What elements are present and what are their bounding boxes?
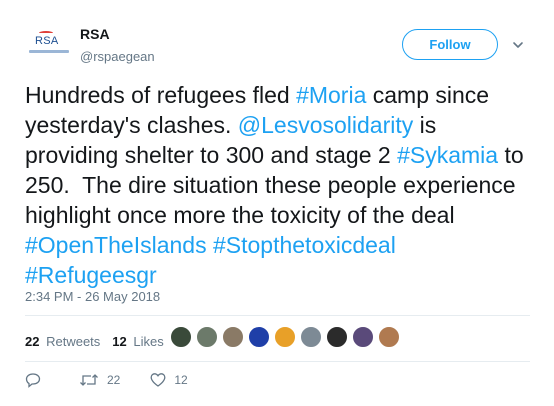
like-action[interactable]: 12 — [150, 372, 188, 388]
reply-icon — [25, 373, 41, 388]
engagement-stats: 22 Retweets 12 Likes — [25, 323, 176, 359]
tweet-link[interactable]: #Sykamia — [397, 142, 498, 168]
avatar[interactable]: RSA — [25, 20, 73, 68]
account-handle[interactable]: @rspaegean — [80, 48, 155, 66]
liker-avatar[interactable] — [378, 326, 400, 348]
account-names: RSA @rspaegean — [80, 25, 155, 66]
retweet-icon — [80, 374, 98, 386]
avatar-logo-text: RSA — [35, 35, 59, 47]
liker-avatar[interactable] — [326, 326, 348, 348]
retweet-action[interactable]: 22 — [79, 372, 120, 388]
liker-avatars — [170, 326, 404, 348]
tweet-text: Hundreds of refugees fled #Moria camp si… — [25, 80, 530, 290]
divider — [25, 315, 530, 316]
tweet-link[interactable]: @Lesvosolidarity — [238, 112, 413, 138]
tweet-text-segment: Hundreds of refugees fled — [25, 82, 297, 108]
tweet-link[interactable]: #Moria — [296, 82, 366, 108]
likes-label: Likes — [133, 333, 164, 349]
follow-button[interactable]: Follow — [402, 29, 498, 60]
display-name[interactable]: RSA — [80, 25, 155, 43]
liker-avatar[interactable] — [352, 326, 374, 348]
tweet-timestamp[interactable]: 2:34 PM - 26 May 2018 — [25, 289, 160, 304]
tweet-link[interactable]: #Stopthetoxicdeal — [213, 232, 396, 258]
retweets-stat[interactable]: 22 Retweets — [25, 334, 100, 349]
tweet-link[interactable]: #Refugeesgr — [25, 262, 157, 288]
chevron-down-icon[interactable] — [511, 38, 525, 52]
liker-avatar[interactable] — [274, 326, 296, 348]
liker-avatar[interactable] — [170, 326, 192, 348]
tweet-text-segment — [396, 232, 402, 258]
retweet-count: 22 — [107, 373, 121, 387]
likes-stat[interactable]: 12 Likes — [112, 334, 163, 349]
tweet-link[interactable]: #OpenTheIslands — [25, 232, 207, 258]
liker-avatar[interactable] — [196, 326, 218, 348]
heart-icon — [150, 373, 166, 387]
liker-avatar[interactable] — [300, 326, 322, 348]
divider — [25, 361, 530, 362]
liker-avatar[interactable] — [248, 326, 270, 348]
retweets-label: Retweets — [46, 333, 101, 349]
liker-avatar[interactable] — [222, 326, 244, 348]
likes-count: 12 — [112, 333, 127, 349]
reply-action[interactable] — [25, 372, 49, 388]
tweet-actions: 22 12 — [25, 372, 218, 388]
retweets-count: 22 — [25, 333, 40, 349]
tweet-header: RSA RSA @rspaegean Follow — [25, 20, 535, 70]
like-count: 12 — [174, 373, 188, 387]
logo-underline-icon — [29, 50, 69, 53]
